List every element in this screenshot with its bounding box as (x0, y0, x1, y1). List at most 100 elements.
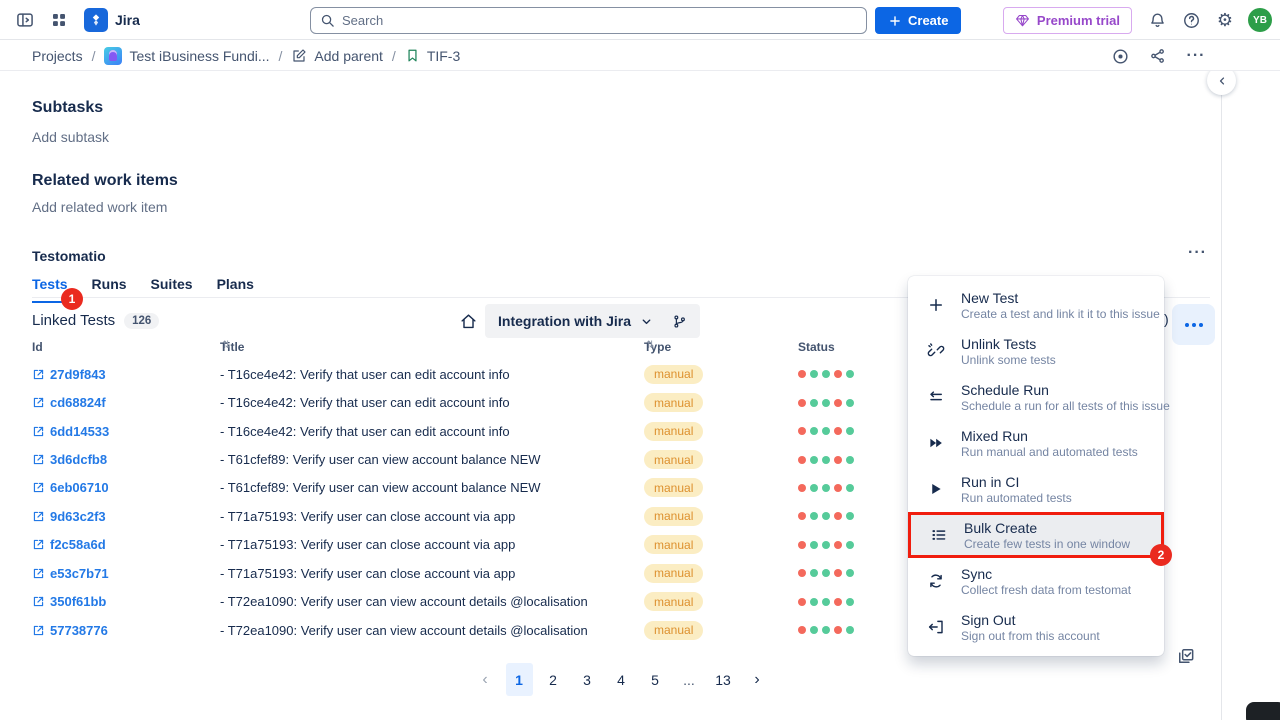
test-id-link[interactable]: 9d63c2f3 (50, 509, 106, 524)
jira-brand[interactable]: Jira (84, 8, 140, 32)
bookmark-icon (405, 48, 420, 63)
settings-gear-icon[interactable]: ⚙ (1210, 5, 1240, 35)
test-id-link[interactable]: cd68824f (50, 395, 106, 410)
test-id-link[interactable]: 3d6dcfb8 (50, 452, 107, 467)
test-id-link[interactable]: 27d9f843 (50, 367, 106, 382)
pagination-page-5[interactable]: 5 (642, 663, 669, 696)
external-link-icon (32, 567, 45, 580)
pagination-page-3[interactable]: 3 (574, 663, 601, 696)
branch-filter-label: Integration with Jira (498, 313, 631, 329)
gem-icon (1015, 13, 1030, 28)
test-type-badge: manual (644, 507, 703, 526)
status-dot-green (822, 456, 830, 464)
test-id-link[interactable]: 350f61bb (50, 594, 106, 609)
status-dot-red (834, 626, 842, 634)
multi-select-icon[interactable] (1176, 646, 1196, 666)
test-title: - T72ea1090: Verify user can view accoun… (220, 594, 588, 609)
menu-item-unlink-tests[interactable]: Unlink Tests Unlink some tests (908, 328, 1164, 374)
test-status-dots (798, 474, 854, 502)
avatar-initials: YB (1253, 15, 1267, 26)
test-type-badge: manual (644, 365, 703, 384)
branch-filter-dropdown[interactable]: Integration with Jira (485, 304, 700, 338)
tab-suites[interactable]: Suites (151, 276, 193, 303)
test-id-link[interactable]: 6dd14533 (50, 424, 109, 439)
table-more-actions-icon[interactable] (1172, 304, 1215, 345)
menu-item-bulk-create[interactable]: Bulk Create Create few tests in one wind… (908, 512, 1164, 558)
menu-item-run-in-ci[interactable]: Run in CI Run automated tests (908, 466, 1164, 512)
breadcrumb-issue-key[interactable]: TIF-3 (405, 48, 460, 64)
status-dot-red (798, 541, 806, 549)
home-icon[interactable] (455, 308, 481, 334)
linked-tests-count-badge: 126 (124, 313, 159, 329)
status-dot-green (810, 598, 818, 606)
pagination-page-13[interactable]: 13 (710, 663, 737, 696)
help-icon[interactable] (1176, 5, 1206, 35)
pagination-page-4[interactable]: 4 (608, 663, 635, 696)
corner-widget[interactable] (1246, 702, 1280, 720)
test-id-link[interactable]: 57738776 (50, 623, 108, 638)
watch-eye-icon[interactable] (1106, 43, 1134, 69)
top-nav-bar: Jira Create Premium trial (0, 0, 1280, 40)
share-icon[interactable] (1144, 43, 1172, 69)
status-dot-red (834, 569, 842, 577)
menu-item-sync[interactable]: Sync Collect fresh data from testomat (908, 558, 1164, 604)
search-input[interactable] (342, 13, 857, 28)
menu-item-sign-out[interactable]: Sign Out Sign out from this account (908, 604, 1164, 650)
status-dot-green (846, 456, 854, 464)
breadcrumb-project[interactable]: Test iBusiness Fundi... (104, 47, 269, 65)
app-switcher-icon[interactable] (44, 5, 74, 35)
tab-runs[interactable]: Runs (92, 276, 127, 303)
related-items-heading: Related work items (32, 172, 178, 190)
status-dot-green (846, 399, 854, 407)
breadcrumb-separator: / (92, 48, 96, 64)
menu-item-mixed-run[interactable]: Mixed Run Run manual and automated tests (908, 420, 1164, 466)
sidebar-toggle-icon[interactable] (10, 5, 40, 35)
subtasks-heading: Subtasks (32, 99, 103, 117)
status-dot-green (810, 484, 818, 492)
external-link-icon (32, 425, 45, 438)
status-dot-green (846, 484, 854, 492)
status-dot-green (846, 541, 854, 549)
add-subtask-link[interactable]: Add subtask (32, 129, 109, 145)
app-title: Jira (115, 12, 140, 28)
external-link-icon (32, 510, 45, 523)
add-related-item-link[interactable]: Add related work item (32, 199, 167, 215)
pagination-page-2[interactable]: 2 (540, 663, 567, 696)
test-type-badge: manual (644, 564, 703, 583)
breadcrumb-bar: Projects / Test iBusiness Fundi... / Add… (0, 40, 1280, 71)
menu-item-subtitle: Sign out from this account (961, 630, 1100, 643)
test-id-link[interactable]: e53c7b71 (50, 566, 109, 581)
test-id-link[interactable]: 6eb06710 (50, 480, 109, 495)
prev-page-icon[interactable]: ‹ (472, 663, 499, 696)
notifications-bell-icon[interactable] (1142, 5, 1172, 35)
premium-trial-button[interactable]: Premium trial (1003, 7, 1132, 34)
breadcrumb-separator: / (279, 48, 283, 64)
menu-item-new-test[interactable]: New Test Create a test and link it it to… (908, 282, 1164, 328)
git-branch-icon[interactable] (672, 314, 687, 329)
add-parent-label: Add parent (314, 48, 383, 64)
test-status-dots (798, 502, 854, 530)
test-id-link[interactable]: f2c58a6d (50, 537, 106, 552)
create-button[interactable]: Create (875, 7, 961, 34)
status-dot-green (822, 512, 830, 520)
external-link-icon (32, 453, 45, 466)
menu-item-schedule-run[interactable]: Schedule Run Schedule a run for all test… (908, 374, 1164, 420)
status-dot-green (822, 370, 830, 378)
user-avatar[interactable]: YB (1248, 8, 1272, 32)
testomatio-more-icon[interactable]: ··· (1188, 244, 1207, 262)
status-dot-green (846, 427, 854, 435)
pagination-page-1[interactable]: 1 (506, 663, 533, 696)
status-dot-red (834, 541, 842, 549)
test-title: - T16ce4e42: Verify that user can edit a… (220, 367, 510, 382)
jira-logo-icon (84, 8, 108, 32)
status-dot-red (798, 456, 806, 464)
status-dot-red (798, 370, 806, 378)
annotation-step-1-badge: 1 (61, 288, 83, 310)
global-search[interactable] (310, 7, 867, 34)
breadcrumb-projects[interactable]: Projects (32, 48, 83, 64)
test-status-dots (798, 559, 854, 587)
tab-plans[interactable]: Plans (217, 276, 254, 303)
add-parent-button[interactable]: Add parent (291, 48, 383, 64)
next-page-icon[interactable]: › (744, 663, 771, 696)
more-actions-icon[interactable]: ··· (1182, 43, 1210, 69)
